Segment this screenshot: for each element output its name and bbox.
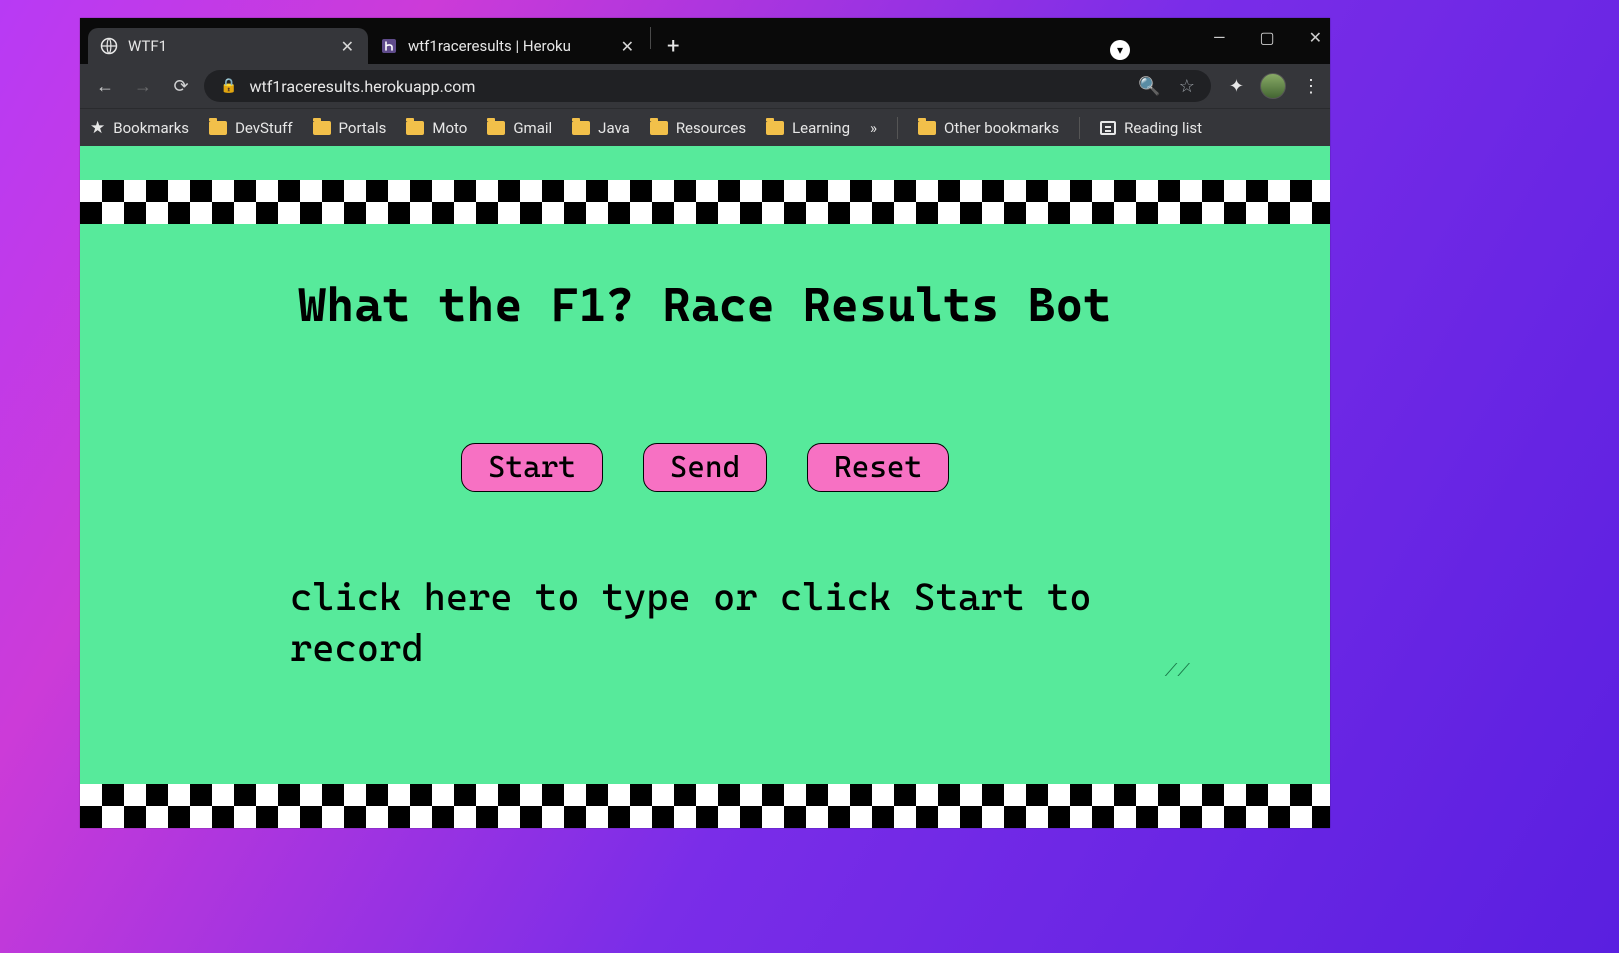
close-window-icon[interactable]: ✕ <box>1309 28 1322 47</box>
button-row: Start Send Reset <box>80 443 1330 492</box>
globe-icon <box>100 37 118 55</box>
bookmark-folder-learning[interactable]: Learning <box>766 119 850 137</box>
tab-wtf1[interactable]: WTF1 ✕ <box>88 28 368 64</box>
bookmark-folder-portals[interactable]: Portals <box>313 119 387 137</box>
extension-icons: ✦ ⋮ <box>1219 73 1320 99</box>
page-title: What the F1? Race Results Bot <box>80 278 1330 333</box>
bookmarks-star[interactable]: ★ Bookmarks <box>90 118 189 138</box>
zoom-icon[interactable]: 🔍 <box>1138 76 1160 97</box>
bookmark-folder-gmail[interactable]: Gmail <box>487 119 552 137</box>
url-text: wtf1raceresults.herokuapp.com <box>249 77 1126 96</box>
send-button[interactable]: Send <box>643 443 767 492</box>
maximize-icon[interactable]: ▢ <box>1259 28 1274 47</box>
bookmarks-bar: ★ Bookmarks DevStuff Portals Moto Gmail … <box>80 108 1330 146</box>
folder-icon <box>650 121 668 135</box>
input-area[interactable]: click here to type or click Start to rec… <box>290 572 1190 675</box>
divider <box>1079 117 1080 139</box>
back-button[interactable]: ← <box>90 71 120 101</box>
resize-handle-icon[interactable]: ⟋⟋ <box>1165 660 1190 681</box>
folder-icon <box>766 121 784 135</box>
start-button[interactable]: Start <box>461 443 603 492</box>
bookmark-label: Bookmarks <box>113 119 189 137</box>
profile-dropdown-icon[interactable]: ▾ <box>1110 40 1130 60</box>
bookmark-folder-devstuff[interactable]: DevStuff <box>209 119 292 137</box>
window-controls: — ▢ ✕ <box>1213 28 1322 47</box>
bookmark-folder-moto[interactable]: Moto <box>406 119 467 137</box>
folder-icon <box>572 121 590 135</box>
tab-title: WTF1 <box>128 37 331 55</box>
reset-button[interactable]: Reset <box>807 443 949 492</box>
tab-divider <box>650 27 651 49</box>
tab-heroku[interactable]: wtf1raceresults | Heroku ✕ <box>368 28 648 64</box>
extensions-icon[interactable]: ✦ <box>1229 76 1244 97</box>
browser-toolbar: ← → ⟳ 🔒 wtf1raceresults.herokuapp.com 🔍 … <box>80 64 1330 108</box>
bookmark-folder-resources[interactable]: Resources <box>650 119 746 137</box>
address-bar[interactable]: 🔒 wtf1raceresults.herokuapp.com 🔍 ☆ <box>204 70 1211 102</box>
reload-button[interactable]: ⟳ <box>166 71 196 101</box>
input-placeholder: click here to type or click Start to rec… <box>290 572 1190 675</box>
avatar[interactable] <box>1260 73 1286 99</box>
tab-title: wtf1raceresults | Heroku <box>408 37 611 55</box>
close-tab-icon[interactable]: ✕ <box>621 37 634 56</box>
folder-icon <box>406 121 424 135</box>
bookmark-label: Learning <box>792 119 850 137</box>
new-tab-button[interactable]: + <box>653 28 693 64</box>
bookmark-folder-java[interactable]: Java <box>572 119 630 137</box>
bookmark-label: Java <box>598 119 630 137</box>
star-filled-icon: ★ <box>90 118 105 138</box>
checkered-flag-top <box>80 180 1330 224</box>
star-icon[interactable]: ☆ <box>1179 76 1195 97</box>
bookmark-overflow[interactable]: » <box>870 119 877 137</box>
other-bookmarks[interactable]: Other bookmarks <box>918 119 1059 137</box>
page-viewport: What the F1? Race Results Bot Start Send… <box>80 146 1330 828</box>
bookmark-label: Other bookmarks <box>944 119 1059 137</box>
chevron-double-icon: » <box>870 119 877 137</box>
lock-icon: 🔒 <box>220 78 237 94</box>
browser-window: ▾ — ▢ ✕ WTF1 ✕ wtf1raceresults | Heroku … <box>80 18 1330 828</box>
folder-icon <box>918 121 936 135</box>
divider <box>897 117 898 139</box>
folder-icon <box>313 121 331 135</box>
minimize-icon[interactable]: — <box>1213 28 1226 47</box>
reading-list-icon <box>1100 121 1116 135</box>
folder-icon <box>487 121 505 135</box>
bookmark-label: Gmail <box>513 119 552 137</box>
reading-list[interactable]: Reading list <box>1100 119 1202 137</box>
kebab-menu-icon[interactable]: ⋮ <box>1302 76 1320 97</box>
folder-icon <box>209 121 227 135</box>
bookmark-label: Reading list <box>1124 119 1202 137</box>
bookmark-label: Portals <box>339 119 387 137</box>
bookmark-label: DevStuff <box>235 119 292 137</box>
tab-strip: WTF1 ✕ wtf1raceresults | Heroku ✕ + <box>80 18 1330 64</box>
forward-button[interactable]: → <box>128 71 158 101</box>
close-tab-icon[interactable]: ✕ <box>341 37 354 56</box>
checkered-flag-bottom <box>80 784 1330 828</box>
bookmark-label: Resources <box>676 119 746 137</box>
heroku-icon <box>380 37 398 55</box>
bookmark-label: Moto <box>432 119 467 137</box>
